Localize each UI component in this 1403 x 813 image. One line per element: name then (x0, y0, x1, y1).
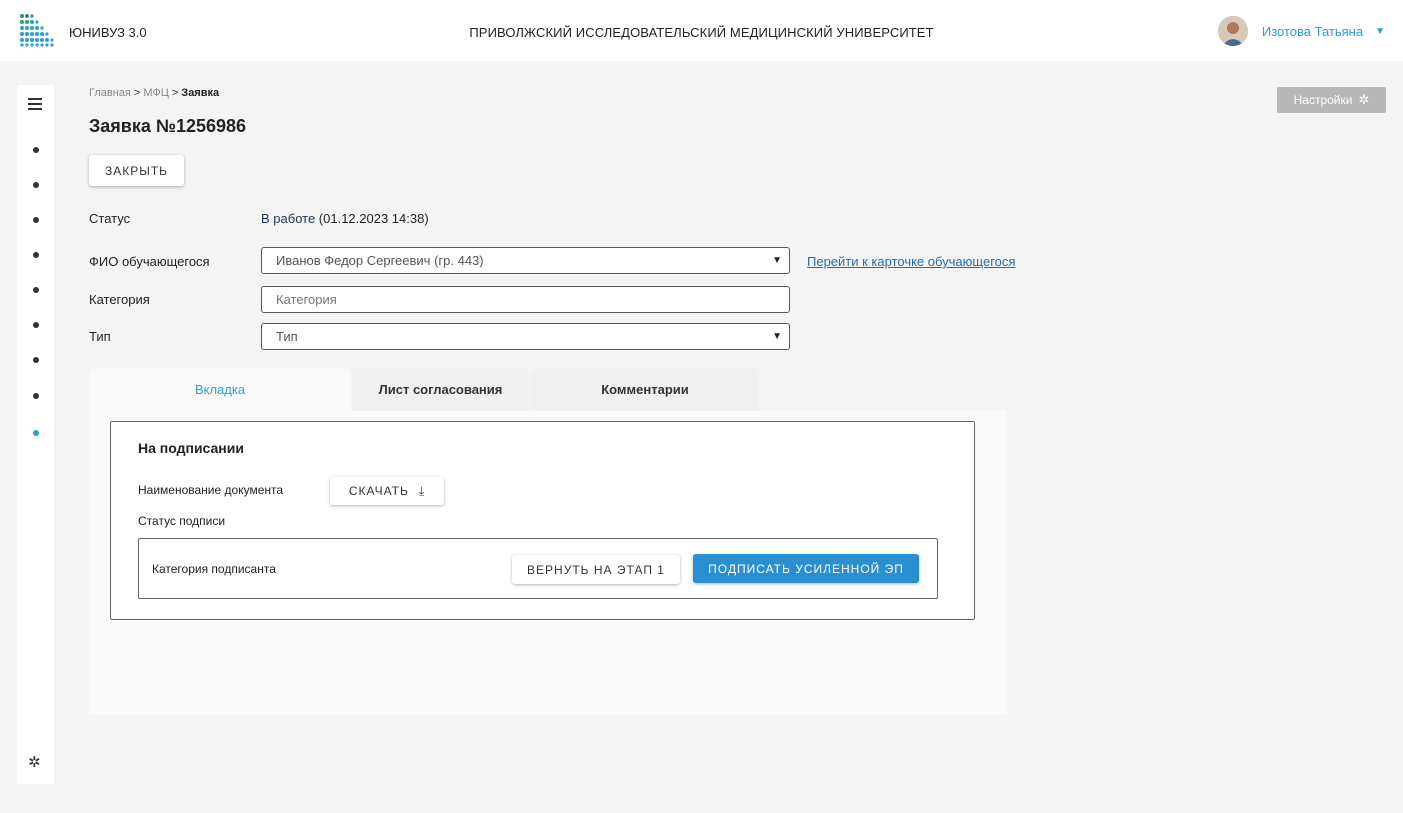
caret-down-icon[interactable]: ▼ (772, 248, 782, 273)
tab-main[interactable]: Вкладка (89, 368, 351, 411)
status-date: (01.12.2023 14:38) (318, 211, 429, 226)
breadcrumb-current: Заявка (181, 87, 220, 99)
signer-row: Категория подписанта ВЕРНУТЬ НА ЭТАП 1 П… (138, 538, 938, 599)
sidebar-item-7[interactable] (33, 357, 39, 363)
status-label: Статус (89, 211, 131, 226)
sidebar-item-4[interactable] (33, 252, 39, 258)
sidebar-item-8[interactable] (33, 393, 39, 399)
page-title: Заявка №1256986 (89, 116, 247, 136)
top-header: ЮНИВУЗ 3.0 ПРИВОЛЖСКИЙ ИССЛЕДОВАТЕЛЬСКИЙ… (0, 0, 1403, 61)
breadcrumb-home[interactable]: Главная (89, 87, 131, 99)
breadcrumb-separator: > (133, 87, 141, 99)
category-field[interactable] (261, 286, 790, 313)
user-name[interactable]: Изотова Татьяна (1262, 24, 1363, 39)
settings-button[interactable]: Настройки ✲ (1277, 87, 1386, 113)
signing-card: На подписании Наименование документа СКА… (110, 421, 975, 620)
menu-icon[interactable] (28, 98, 42, 113)
signature-status-label: Статус подписи (138, 514, 226, 528)
tab-approval-sheet[interactable]: Лист согласования (352, 368, 529, 411)
university-name: ПРИВОЛЖСКИЙ ИССЛЕДОВАТЕЛЬСКИЙ МЕДИЦИНСКИ… (469, 25, 934, 40)
app-name: ЮНИВУЗ 3.0 (69, 25, 147, 40)
sidebar-item-6[interactable] (33, 322, 39, 328)
chevron-down-icon[interactable]: ▼ (1375, 26, 1385, 37)
gear-icon: ✲ (1358, 92, 1370, 107)
sidebar-item-3[interactable] (33, 217, 39, 223)
tab-comments[interactable]: Комментарии (531, 368, 759, 411)
avatar[interactable] (1217, 16, 1248, 46)
type-select[interactable]: Тип ▼ (261, 323, 790, 350)
status-text: В работе (261, 211, 316, 226)
student-select[interactable]: Иванов Федор Сергеевич (гр. 443) ▼ (261, 247, 790, 274)
close-button[interactable]: ЗАКРЫТЬ (89, 155, 184, 186)
download-button[interactable]: СКАЧАТЬ ⤓ (330, 477, 444, 505)
download-label: СКАЧАТЬ (348, 484, 409, 498)
sign-button[interactable]: ПОДПИСАТЬ УСИЛЕННОЙ ЭП (693, 554, 919, 583)
sidebar-item-2[interactable] (33, 182, 39, 188)
category-label: Категория (89, 292, 150, 307)
return-to-stage-button[interactable]: ВЕРНУТЬ НА ЭТАП 1 (512, 555, 680, 584)
settings-label: Настройки (1293, 93, 1353, 107)
status-value: В работе (01.12.2023 14:38) (261, 211, 429, 226)
breadcrumb: Главная > МФЦ > Заявка (89, 87, 219, 99)
sidebar: ✲ (17, 85, 54, 784)
breadcrumb-separator: > (171, 87, 179, 99)
sidebar-item-1[interactable] (33, 147, 39, 153)
sidebar-item-9-active[interactable] (33, 430, 39, 436)
document-name-label: Наименование документа (138, 483, 284, 497)
caret-down-icon[interactable]: ▼ (772, 324, 782, 349)
student-card-link[interactable]: Перейти к карточке обучающегося (807, 254, 1015, 269)
gear-icon[interactable]: ✲ (28, 753, 41, 771)
type-select-value: Тип (276, 329, 298, 344)
sidebar-item-5[interactable] (33, 287, 39, 293)
download-icon: ⤓ (418, 483, 426, 498)
signer-category-label: Категория подписанта (152, 562, 276, 576)
user-menu[interactable]: Изотова Татьяна ▼ (1217, 16, 1385, 46)
signing-title: На подписании (138, 440, 244, 456)
student-select-value: Иванов Федор Сергеевич (гр. 443) (276, 253, 484, 268)
category-input[interactable] (276, 287, 789, 312)
university-logo-icon[interactable] (19, 13, 56, 47)
type-label: Тип (89, 329, 111, 344)
user-avatar-icon (1217, 16, 1248, 46)
student-label: ФИО обучающегося (89, 254, 210, 269)
breadcrumb-mfc[interactable]: МФЦ (143, 87, 169, 99)
